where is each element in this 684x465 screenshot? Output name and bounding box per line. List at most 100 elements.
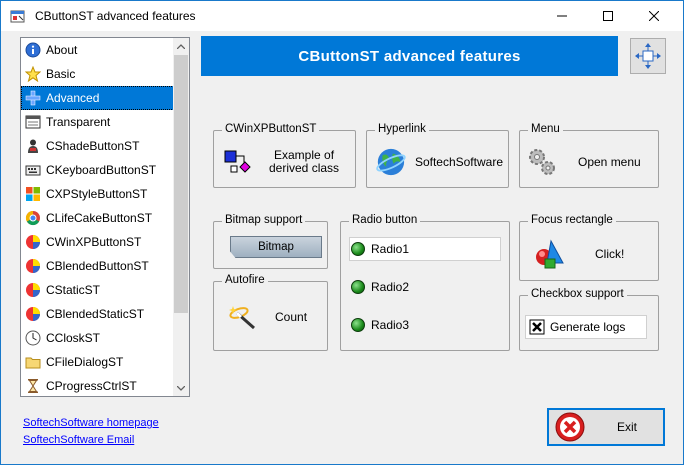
click-button[interactable]: Click!: [533, 235, 651, 273]
minimize-icon: [557, 15, 567, 17]
list-item-cclosckst[interactable]: CCloskST: [21, 326, 174, 350]
list-item-label: CCloskST: [46, 331, 101, 345]
hyperlink-button[interactable]: SoftechSoftware: [375, 143, 503, 181]
list-item-label: Basic: [46, 67, 76, 81]
list-scrollbar[interactable]: [173, 38, 189, 396]
radio2-label: Radio2: [371, 280, 410, 294]
list-item-basic[interactable]: Basic: [21, 62, 174, 86]
generate-logs-label: Generate logs: [550, 320, 626, 334]
count-label: Count: [275, 310, 308, 324]
chevron-up-icon: [177, 43, 185, 49]
list-item-cblendedbuttonst[interactable]: CBlendedButtonST: [21, 254, 174, 278]
list-item-ckeyboardbuttonst[interactable]: CKeyboardButtonST: [21, 158, 174, 182]
clock-icon: [25, 330, 41, 346]
derived-class-button[interactable]: Example of derived class: [223, 143, 348, 181]
open-menu-label: Open menu: [578, 155, 641, 169]
list-item-label: CBlendedStaticST: [46, 307, 145, 321]
radio1-label: Radio1: [371, 242, 410, 256]
click-label: Click!: [595, 247, 625, 261]
ball-icon: [26, 283, 40, 297]
list-item-label: Advanced: [46, 91, 100, 105]
group-title: Autofire: [222, 274, 268, 286]
homepage-link[interactable]: SoftechSoftware homepage: [23, 417, 159, 429]
minimize-button[interactable]: [539, 1, 585, 31]
list-item-label: CStaticST: [46, 283, 101, 297]
list-item-label: Transparent: [46, 115, 111, 129]
group-title: Hyperlink: [375, 123, 429, 135]
feature-list-items: About Basic Advanced Transparent CShadeB…: [21, 38, 174, 396]
list-item-label: About: [46, 43, 78, 57]
header-title: CButtonST advanced features: [298, 47, 521, 65]
hyperlink-label: SoftechSoftware: [414, 155, 503, 169]
list-item-cstaticst[interactable]: CStaticST: [21, 278, 174, 302]
ball-icon: [26, 259, 40, 273]
person-icon: [28, 139, 38, 153]
window-title: CButtonST advanced features: [35, 9, 196, 23]
chevron-down-icon: [177, 385, 185, 391]
app-window: CButtonST advanced features About Basic …: [0, 0, 684, 465]
group-title: Menu: [528, 123, 563, 135]
list-item-clifecakebuttonst[interactable]: CLifeCakeButtonST: [21, 206, 174, 230]
chrome-icon: [25, 210, 40, 226]
list-item-cshadebuttonst[interactable]: CShadeButtonST: [21, 134, 174, 158]
scroll-down-button[interactable]: [173, 380, 189, 396]
ball-icon: [26, 235, 40, 249]
move-button[interactable]: [630, 38, 666, 74]
list-item-cprogressctrlst[interactable]: CProgressCtrlST: [21, 374, 174, 396]
bitmap-button[interactable]: Bitmap: [230, 236, 322, 258]
info-icon: [25, 42, 41, 58]
radio3-button[interactable]: Radio3: [351, 318, 409, 332]
group-title: Focus rectangle: [528, 214, 616, 226]
title-bar[interactable]: CButtonST advanced features: [1, 1, 683, 31]
radio-dot-icon: [351, 242, 365, 256]
list-item-advanced[interactable]: Advanced: [21, 86, 174, 110]
open-menu-button[interactable]: Open menu: [525, 143, 653, 181]
exit-button[interactable]: Exit: [547, 408, 665, 446]
ball-icon: [26, 307, 40, 321]
exit-icon: [555, 412, 585, 442]
folder-icon: [25, 357, 41, 369]
shapes-icon: [224, 150, 251, 173]
list-item-cwinxpbuttonst[interactable]: CWinXPButtonST: [21, 230, 174, 254]
star-icon: [25, 66, 41, 82]
group-title: CWinXPButtonST: [222, 123, 320, 135]
window-icon: [25, 115, 41, 129]
generate-logs-checkbox[interactable]: Generate logs: [525, 315, 647, 339]
list-item-cblendedstaticst[interactable]: CBlendedStaticST: [21, 302, 174, 326]
group-title: Bitmap support: [222, 214, 306, 226]
magic-wand-icon: [229, 306, 255, 330]
email-link[interactable]: SoftechSoftware Email: [23, 434, 134, 446]
keyboard-icon: [25, 165, 41, 176]
list-item-label: CBlendedButtonST: [46, 259, 149, 273]
maximize-button[interactable]: [585, 1, 631, 31]
feature-list[interactable]: About Basic Advanced Transparent CShadeB…: [20, 37, 190, 397]
scroll-thumb[interactable]: [174, 55, 188, 313]
radio-dot-icon: [351, 318, 365, 332]
radio1-button[interactable]: Radio1: [351, 242, 409, 256]
list-item-label: CFileDialogST: [46, 355, 124, 369]
radio2-button[interactable]: Radio2: [351, 280, 409, 294]
list-item-label: CXPStyleButtonST: [46, 187, 148, 201]
group-title: Radio button: [349, 214, 421, 226]
shapes-3d-icon: [536, 239, 564, 269]
list-item-label: CWinXPButtonST: [46, 235, 142, 249]
list-item-transparent[interactable]: Transparent: [21, 110, 174, 134]
scroll-up-button[interactable]: [173, 38, 189, 54]
count-button[interactable]: Count: [227, 298, 321, 336]
exit-label: Exit: [617, 420, 638, 434]
radio-dot-icon: [351, 280, 365, 294]
derived-class-label: Example of derived class: [269, 148, 340, 175]
hourglass-icon: [28, 379, 38, 393]
list-item-about[interactable]: About: [21, 38, 174, 62]
list-item-label: CShadeButtonST: [46, 139, 140, 153]
radio3-label: Radio3: [371, 318, 410, 332]
list-item-label: CKeyboardButtonST: [46, 163, 157, 177]
close-button[interactable]: [631, 1, 677, 31]
header-banner: CButtonST advanced features: [201, 36, 618, 76]
maximize-icon: [603, 11, 613, 21]
list-item-label: CLifeCakeButtonST: [46, 211, 153, 225]
list-item-cxpstylebuttonst[interactable]: CXPStyleButtonST: [21, 182, 174, 206]
app-icon: [10, 10, 25, 23]
plus-icon: [25, 90, 41, 106]
list-item-cfiledialogst[interactable]: CFileDialogST: [21, 350, 174, 374]
